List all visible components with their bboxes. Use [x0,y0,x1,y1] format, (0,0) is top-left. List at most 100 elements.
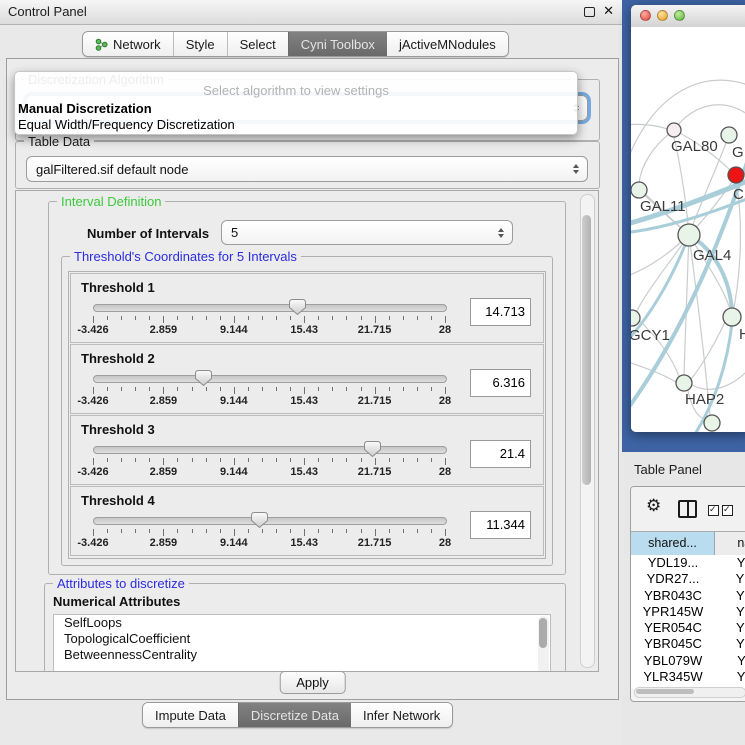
tab-impute-data[interactable]: Impute Data [143,703,238,727]
table-row[interactable]: YBR043CYBR0 [631,588,745,604]
table-row[interactable]: YBR045CYBR0 [631,636,745,652]
tab-network[interactable]: Network [83,32,173,56]
numerical-attributes-label: Numerical Attributes [53,594,180,609]
network-edge[interactable] [636,317,679,377]
tab-select[interactable]: Select [227,32,288,56]
cell-shared-name: YER054C [631,620,715,636]
cell-name: YDL1 [715,555,745,571]
network-icon [95,38,108,51]
attribute-item-selfloops[interactable]: SelfLoops [54,615,550,631]
tab-label: Infer Network [363,708,440,723]
network-node-gal80[interactable] [667,123,681,137]
algorithm-dropdown-popup: Select algorithm to view settings Manual… [14,71,578,135]
tab-jactivemnodules[interactable]: jActiveMNodules [387,32,508,56]
control-panel-tabs: NetworkStyle Select Cyni Toolbox jActiveMNo… [82,31,509,57]
threshold-slider[interactable] [93,304,447,312]
threshold-slider[interactable] [93,517,447,525]
node-label: G [732,144,744,161]
network-node-gcy1[interactable] [631,310,640,326]
apply-button[interactable]: Apply [279,671,346,694]
panel-vertical-scrollbar[interactable] [580,194,595,668]
table-row[interactable]: YBL079WYBL0 [631,653,745,669]
gear-icon[interactable]: ⚙ [646,496,661,516]
mac-close-icon[interactable] [640,10,651,21]
split-columns-icon[interactable] [678,500,697,518]
cyni-toolbox-pane: Discretization Algorithm Table Data galF… [6,58,619,700]
close-icon[interactable]: ✕ [603,3,614,19]
table-panel-area: Table Panel ⚙ shared... name YDL19...YDL… [622,452,745,745]
network-edge-thick[interactable] [631,145,745,415]
checkbox-icon[interactable] [708,505,719,516]
table-row[interactable]: YPR145WYPR1 [631,604,745,620]
table-row[interactable]: YLR345WYLR3 [631,669,745,685]
tab-infer-network[interactable]: Infer Network [351,703,452,727]
threshold-row-4: Threshold 4-3.4262.8599.14415.4321.71528… [70,486,544,556]
table-data-combobox[interactable]: galFiltered.sif default node [26,156,588,182]
network-node-gal11[interactable] [631,182,647,198]
column-header-name[interactable]: name [715,532,745,556]
cell-shared-name: YBR043C [631,588,715,604]
checkbox-icon[interactable] [722,505,733,516]
tab-cyni-toolbox[interactable]: Cyni Toolbox [288,32,387,56]
network-window-titlebar[interactable] [631,5,745,28]
list-scrollbar[interactable] [538,616,549,672]
network-edge[interactable] [674,105,745,130]
attribute-item-topologicalcoefficient[interactable]: TopologicalCoefficient [54,631,550,647]
attribute-item-betweennesscentrality[interactable]: BetweennessCentrality [54,647,550,663]
cell-shared-name: YPR145W [631,604,715,620]
network-node-h[interactable] [723,308,741,326]
node-label: C [733,186,744,203]
interval-definition-group: Interval Definition Number of Intervals … [48,201,566,575]
control-panel: Control Panel ✕ NetworkStyle Select Cyni T… [0,0,622,745]
network-node[interactable] [704,415,720,431]
thresholds-container: Threshold 1-3.4262.8599.14415.4321.71528… [68,271,546,559]
tab-label: Select [240,37,276,52]
dropdown-item-equal-width-frequency-discretization[interactable]: Equal Width/Frequency Discretization [18,117,574,133]
combo-arrows-icon [498,228,504,238]
mac-minimize-icon[interactable] [657,10,668,21]
node-label: GAL11 [640,198,686,215]
network-node-g[interactable] [721,127,737,143]
node-label: GAL80 [671,138,718,155]
column-header-shared-name[interactable]: shared... [631,532,715,556]
dropdown-item-manual-discretization[interactable]: Manual Discretization [18,101,574,117]
attributes-group: Attributes to discretize Numerical Attri… [44,583,566,672]
threshold-value-field[interactable]: 11.344 [470,511,531,539]
network-view-window: GAL80GCGAL11GAL4GCY1HHAP2 [631,5,745,432]
tab-label: Cyni Toolbox [301,37,375,52]
tab-label: jActiveMNodules [399,37,496,52]
number-of-intervals-combobox[interactable]: 5 [221,220,513,245]
network-canvas[interactable]: GAL80GCGAL11GAL4GCY1HHAP2 [631,27,745,432]
mac-zoom-icon[interactable] [674,10,685,21]
threshold-slider[interactable] [93,375,447,383]
float-window-icon[interactable] [584,7,595,17]
threshold-slider[interactable] [93,446,447,454]
slider-ticks [93,387,445,395]
network-node-hap2[interactable] [676,375,692,391]
table-rows: YDL19...YDL1YDR27...YDR2YBR043CYBR0YPR14… [631,555,745,689]
table-row[interactable]: YDR27...YDR2 [631,571,745,587]
threshold-value-field[interactable]: 21.4 [470,440,531,468]
table-row[interactable]: YER054CYER0 [631,620,745,636]
table-data-combobox-value: galFiltered.sif default node [36,162,188,177]
cell-shared-name: YBR045C [631,636,715,652]
table-row[interactable]: YDL19...YDL1 [631,555,745,571]
cell-name: YBR0 [715,636,745,652]
network-node-c[interactable] [728,167,744,183]
control-panel-titlebar: Control Panel ✕ [0,0,622,25]
network-edge[interactable] [631,124,667,129]
node-label: H [739,326,745,343]
threshold-value-field[interactable]: 14.713 [470,298,531,326]
tab-style[interactable]: Style [173,32,227,56]
network-edge[interactable] [636,235,689,313]
threshold-value-field[interactable]: 6.316 [470,369,531,397]
network-node-gal4[interactable] [678,224,700,246]
node-label: HAP2 [685,391,724,408]
tab-discretize-data[interactable]: Discretize Data [238,703,351,727]
dropdown-prompt: Select algorithm to view settings [15,83,577,98]
tab-label: Impute Data [155,708,226,723]
network-edge[interactable] [639,130,674,183]
network-edge[interactable] [689,143,726,235]
slider-tick-labels: -3.4262.8599.14415.4321.71528 [93,466,445,478]
table-horizontal-scrollbar[interactable] [634,687,745,698]
